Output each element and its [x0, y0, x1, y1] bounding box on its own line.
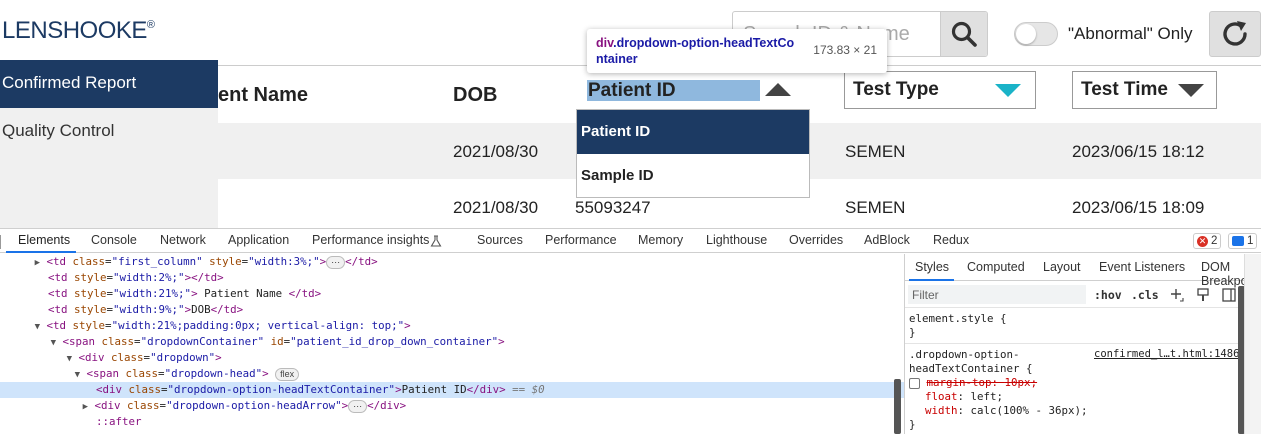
cell-test-type: SEMEN [845, 198, 906, 217]
cell-test-time: 2023/06/15 18:12 [1072, 142, 1205, 161]
collapse-arrow-icon[interactable]: ▼ [0, 367, 80, 383]
dropdown-option-sample-id[interactable]: Sample ID [577, 154, 809, 198]
tab-elements[interactable]: Elements [18, 233, 70, 247]
element-style-rule[interactable]: element.style { } [909, 312, 1007, 340]
ellipsis-pill[interactable]: ⋯ [326, 255, 346, 269]
css-rule-selector[interactable]: .dropdown-option- headTextContainer { [909, 348, 1033, 376]
abnormal-only-toggle[interactable] [1014, 22, 1058, 46]
refresh-button[interactable] [1209, 11, 1261, 57]
cell-dob: 2021/08/30 [453, 198, 539, 217]
column-header-dob: DOB [453, 84, 498, 106]
cell-id: 55093247 [575, 198, 651, 217]
dom-node-line[interactable]: ::after [0, 414, 904, 430]
search-icon [951, 21, 977, 47]
sidebar-item-quality-control[interactable]: Quality Control [0, 108, 218, 156]
rule-close-brace: } [909, 418, 916, 431]
dom-node-line[interactable]: <td style="width:2%;"></td> [0, 270, 904, 286]
tooltip-class-name: .dropdown-option-headTextContainer [596, 36, 795, 66]
dom-node-line[interactable]: ▼ <span class="dropdownContainer" id="pa… [0, 334, 904, 350]
expand-arrow-icon[interactable]: ▶ [0, 399, 88, 415]
devtools-panel: Elements Console Network Application Per… [0, 228, 1261, 434]
expand-arrow-icon[interactable]: ▶ [0, 255, 40, 271]
dropdown-option-patient-id[interactable]: Patient ID [577, 110, 809, 154]
tooltip-element-name: div [596, 36, 614, 50]
chevron-down-icon [995, 84, 1021, 97]
ellipsis-pill[interactable]: ⋯ [348, 399, 368, 413]
refresh-icon [1223, 21, 1247, 46]
styles-filter-row: :hov .cls [905, 282, 1261, 308]
tab-redux[interactable]: Redux [933, 233, 969, 247]
dom-node-line[interactable]: ▶ <td class="first_column" style="width:… [0, 254, 904, 270]
styles-pane: Styles Computed Layout Event Listeners D… [905, 254, 1261, 434]
elements-scrollbar[interactable] [894, 379, 901, 434]
dom-node-line[interactable]: ▶ <div class="dropdown-option-headArrow"… [0, 398, 904, 414]
id-type-dropdown-list: Patient ID Sample ID [576, 109, 810, 198]
cell-test-type: SEMEN [845, 142, 906, 161]
inspector-tooltip: div.dropdown-option-headTextContainer 17… [587, 29, 887, 73]
chevron-up-icon[interactable] [765, 83, 791, 96]
active-tab-indicator [6, 251, 76, 253]
tab-console[interactable]: Console [91, 233, 137, 247]
error-icon: ✕ [1197, 235, 1208, 247]
dom-node-line[interactable]: ▼ <span class="dropdown-head"> flex [0, 366, 904, 382]
class-toggle[interactable]: .cls [1131, 288, 1159, 302]
tab-application[interactable]: Application [228, 233, 289, 247]
message-count-badge[interactable]: 1 [1228, 233, 1258, 249]
lenshooke-logo: LENSHOOKE® [2, 17, 155, 44]
dom-node-line[interactable]: ▼ <td style="width:21%;padding:0px; vert… [0, 318, 904, 334]
tab-layout[interactable]: Layout [1043, 260, 1081, 274]
toggle-knob [1016, 24, 1036, 44]
tab-performance[interactable]: Performance [545, 233, 617, 247]
tab-overrides[interactable]: Overrides [789, 233, 843, 247]
elements-tree: ▶ <td class="first_column" style="width:… [0, 254, 904, 434]
search-button[interactable] [940, 12, 987, 56]
collapse-arrow-icon[interactable]: ▼ [0, 335, 56, 351]
css-declaration[interactable]: width: calc(100% - 36px); [925, 404, 1088, 418]
abnormal-only-label: "Abnormal" Only [1068, 24, 1193, 43]
collapse-arrow-icon[interactable]: ▼ [0, 351, 72, 367]
tooltip-size: 173.83 × 21 [813, 43, 877, 57]
cell-dob: 2021/08/30 [453, 142, 539, 161]
error-count-badge[interactable]: ✕ 2 [1193, 233, 1222, 249]
dom-node-line-selected[interactable]: <div class="dropdown-option-headTextCont… [0, 382, 904, 398]
tab-styles[interactable]: Styles [915, 260, 949, 274]
cell-test-time: 2023/06/15 18:09 [1072, 198, 1205, 217]
dom-node-line[interactable]: ▼ <div class="dropdown"> [0, 350, 904, 366]
css-declaration[interactable]: margin-top: 10px; [909, 376, 1037, 390]
tab-adblock[interactable]: AdBlock [864, 233, 910, 247]
sidebar: Confirmed Report Quality Control [0, 60, 218, 228]
devtools-drag-edge[interactable] [0, 235, 1, 249]
id-type-dropdown-value: Patient ID [588, 80, 676, 101]
css-declaration[interactable]: float: left; [925, 390, 1003, 404]
hover-state-toggle[interactable]: :hov [1094, 288, 1122, 302]
app-window: LENSHOOKE® Confirmed Report Quality Cont… [0, 0, 1261, 228]
chevron-down-icon [1178, 84, 1204, 97]
sidebar-item-confirmed-report[interactable]: Confirmed Report [0, 60, 218, 108]
message-icon [1232, 236, 1244, 246]
declaration-checkbox[interactable] [909, 377, 920, 389]
flask-icon [430, 235, 442, 247]
rule-source-link[interactable]: confirmed_l…t.html:1486 [1094, 348, 1239, 360]
column-header-patient-name: ent Name [218, 84, 309, 106]
tab-network[interactable]: Network [160, 233, 206, 247]
styles-filter-input[interactable] [908, 285, 1086, 304]
devtools-tab-bar: Elements Console Network Application Per… [0, 229, 1261, 253]
sidebar-toggle-icon[interactable] [1221, 287, 1237, 303]
styles-tab-bar: Styles Computed Layout Event Listeners D… [905, 254, 1261, 288]
paint-brush-icon[interactable] [1195, 287, 1211, 303]
tab-event-listeners[interactable]: Event Listeners [1099, 260, 1185, 274]
tab-computed[interactable]: Computed [967, 260, 1025, 274]
tab-lighthouse[interactable]: Lighthouse [706, 233, 767, 247]
rule-separator [905, 343, 1245, 344]
active-subtab-indicator [909, 279, 954, 281]
add-rule-icon[interactable] [1169, 287, 1185, 303]
tab-memory[interactable]: Memory [638, 233, 683, 247]
dom-node-line[interactable]: <td style="width:21%;"> Patient Name </t… [0, 286, 904, 302]
collapse-arrow-icon[interactable]: ▼ [0, 319, 40, 335]
dom-node-line[interactable]: <td style="width:9%;">DOB</td> [0, 302, 904, 318]
tab-performance-insights[interactable]: Performance insights [312, 233, 429, 247]
flex-badge[interactable]: flex [275, 367, 300, 381]
tab-sources[interactable]: Sources [477, 233, 523, 247]
box-model-gutter [1244, 254, 1261, 434]
